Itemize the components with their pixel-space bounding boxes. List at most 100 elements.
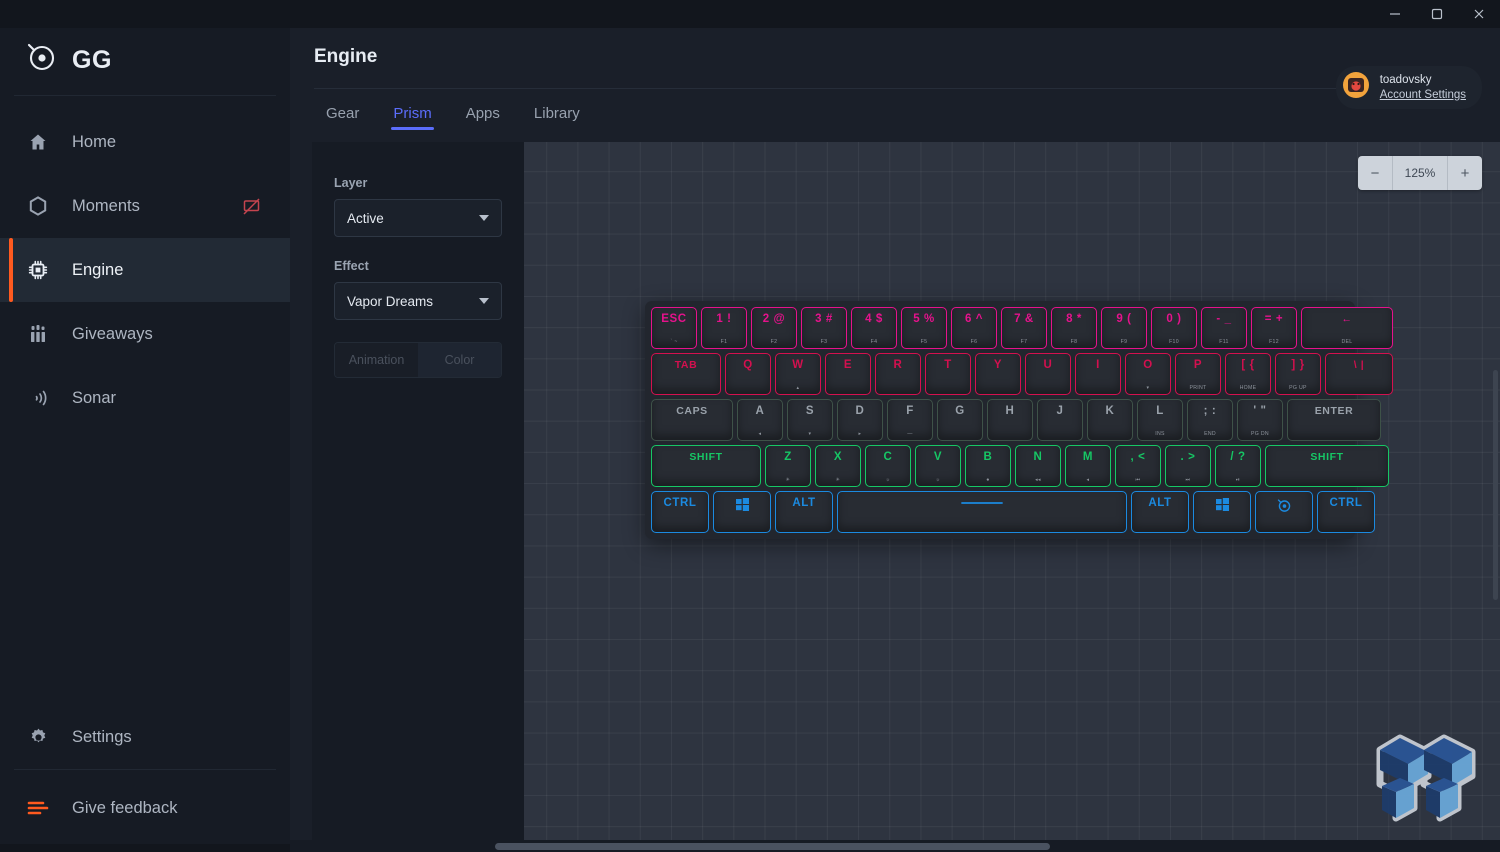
- effect-select[interactable]: Vapor Dreams: [334, 282, 502, 320]
- key-alt[interactable]: ALT: [1131, 491, 1189, 533]
- key-m[interactable]: M ◂: [1065, 445, 1111, 487]
- key-alt[interactable]: ALT: [775, 491, 833, 533]
- key-8[interactable]: 8 * F8: [1051, 307, 1097, 349]
- key-enter[interactable]: ENTER: [1287, 399, 1381, 441]
- keyboard-canvas[interactable]: Configuration: Default ••• − 125% + ESC`…: [524, 142, 1500, 852]
- close-icon[interactable]: [1458, 0, 1500, 28]
- horizontal-scrollbar[interactable]: [290, 840, 1500, 852]
- sidebar-item-label: Home: [72, 132, 117, 151]
- key-i[interactable]: I: [1075, 353, 1121, 395]
- key-blank[interactable]: . > ⏭: [1165, 445, 1211, 487]
- key-z[interactable]: Z ☀: [765, 445, 811, 487]
- key-t[interactable]: T: [925, 353, 971, 395]
- screen-off-icon[interactable]: [243, 197, 260, 215]
- key-j[interactable]: J: [1037, 399, 1083, 441]
- key-b[interactable]: B ●: [965, 445, 1011, 487]
- key-2[interactable]: 2 @ F2: [751, 307, 797, 349]
- key-9[interactable]: 9 (F9: [1101, 307, 1147, 349]
- key-blank[interactable]: / ? ⏯: [1215, 445, 1261, 487]
- key-caps[interactable]: CAPS: [651, 399, 733, 441]
- key-blank[interactable]: ; : END: [1187, 399, 1233, 441]
- key-q[interactable]: Q: [725, 353, 771, 395]
- sidebar-bottom: Settings Give feedback: [0, 705, 290, 852]
- key-d[interactable]: D ▸: [837, 399, 883, 441]
- key-secondary-label: F5: [920, 338, 928, 345]
- key-blank[interactable]: = + F12: [1251, 307, 1297, 349]
- key-0[interactable]: 0 ) F10: [1151, 307, 1197, 349]
- sidebar-item-home[interactable]: Home: [0, 110, 290, 174]
- key-steelseries-key[interactable]: [1255, 491, 1313, 533]
- key-shift[interactable]: SHIFT: [651, 445, 761, 487]
- horizontal-scrollbar-thumb[interactable]: [495, 843, 1050, 850]
- key-secondary-label: F3: [820, 338, 828, 345]
- key-blank[interactable]: ← DEL: [1301, 307, 1393, 349]
- key-g[interactable]: G: [937, 399, 983, 441]
- key-shift[interactable]: SHIFT: [1265, 445, 1389, 487]
- key-primary-label: I: [1096, 359, 1100, 371]
- brand-label: GG: [72, 46, 112, 74]
- sidebar-item-label: Give feedback: [72, 798, 178, 817]
- key-tab[interactable]: TAB: [651, 353, 721, 395]
- key-c[interactable]: C ☼: [865, 445, 911, 487]
- key-esc[interactable]: ESC ` ~: [651, 307, 697, 349]
- sidebar-item-engine[interactable]: Engine: [0, 238, 290, 302]
- key-spacebar[interactable]: [837, 491, 1127, 533]
- zoom-out-button[interactable]: −: [1358, 156, 1392, 190]
- key-blank[interactable]: ] } PG UP: [1275, 353, 1321, 395]
- sidebar-item-label: Moments: [72, 196, 140, 215]
- key-o[interactable]: O ▾: [1125, 353, 1171, 395]
- key-1[interactable]: 1 ! F1: [701, 307, 747, 349]
- sidebar-nav: Home Moments Engine Giveaways Sonar: [0, 96, 290, 430]
- key-windows-key[interactable]: [1193, 491, 1251, 533]
- account-chip[interactable]: toadovsky Account Settings: [1335, 66, 1482, 109]
- vertical-scrollbar[interactable]: [1493, 370, 1498, 600]
- sidebar-item-sonar[interactable]: Sonar: [0, 366, 290, 430]
- key-x[interactable]: X ☀: [815, 445, 861, 487]
- keyboard-row: TAB Q W ▴ E R T Y U I O ▾ P PRINT[ {HOME] } PG UP \ |: [651, 353, 1393, 395]
- key-7[interactable]: 7 & F7: [1001, 307, 1047, 349]
- tab-gear[interactable]: Gear: [314, 89, 371, 134]
- key-k[interactable]: K: [1087, 399, 1133, 441]
- sonar-wave-icon: [26, 387, 50, 409]
- steelseries-key-icon: [1277, 498, 1292, 513]
- key-y[interactable]: Y: [975, 353, 1021, 395]
- key-blank[interactable]: - _ F11: [1201, 307, 1247, 349]
- key-l[interactable]: L INS: [1137, 399, 1183, 441]
- key-v[interactable]: V ☼: [915, 445, 961, 487]
- key-secondary-label: ☀: [785, 476, 791, 483]
- zoom-in-button[interactable]: +: [1448, 156, 1482, 190]
- key-4[interactable]: 4 $ F4: [851, 307, 897, 349]
- keyboard-preview[interactable]: ESC ` ~1 ! F1 2 @ F2 3 # F3 4 $ F4 5 % F5 6 ^ F6 7 & F…: [645, 301, 1393, 539]
- key-n[interactable]: N ◂◂: [1015, 445, 1061, 487]
- key-ctrl[interactable]: CTRL: [1317, 491, 1375, 533]
- key-e[interactable]: E: [825, 353, 871, 395]
- key-3[interactable]: 3 # F3: [801, 307, 847, 349]
- key-windows-key[interactable]: [713, 491, 771, 533]
- key-6[interactable]: 6 ^ F6: [951, 307, 997, 349]
- sidebar-item-settings[interactable]: Settings: [0, 705, 290, 769]
- key-a[interactable]: A ◂: [737, 399, 783, 441]
- key-s[interactable]: S ▾: [787, 399, 833, 441]
- key-f[interactable]: F —: [887, 399, 933, 441]
- key-5[interactable]: 5 % F5: [901, 307, 947, 349]
- key-p[interactable]: P PRINT: [1175, 353, 1221, 395]
- maximize-icon[interactable]: [1416, 0, 1458, 28]
- layer-select[interactable]: Active: [334, 199, 502, 237]
- sidebar-item-giveaways[interactable]: Giveaways: [0, 302, 290, 366]
- account-settings-link[interactable]: Account Settings: [1380, 88, 1466, 102]
- minimize-icon[interactable]: [1374, 0, 1416, 28]
- tab-apps[interactable]: Apps: [454, 89, 512, 134]
- tab-prism[interactable]: Prism: [381, 89, 443, 134]
- key-u[interactable]: U: [1025, 353, 1071, 395]
- key-blank[interactable]: \ |: [1325, 353, 1393, 395]
- key-h[interactable]: H: [987, 399, 1033, 441]
- tab-library[interactable]: Library: [522, 89, 592, 134]
- key-blank[interactable]: [ {HOME: [1225, 353, 1271, 395]
- key-ctrl[interactable]: CTRL: [651, 491, 709, 533]
- key-w[interactable]: W ▴: [775, 353, 821, 395]
- key-blank[interactable]: ' " PG DN: [1237, 399, 1283, 441]
- sidebar-item-give-feedback[interactable]: Give feedback: [0, 776, 290, 840]
- sidebar-item-moments[interactable]: Moments: [0, 174, 290, 238]
- key-r[interactable]: R: [875, 353, 921, 395]
- key-blank[interactable]: , < ⏮: [1115, 445, 1161, 487]
